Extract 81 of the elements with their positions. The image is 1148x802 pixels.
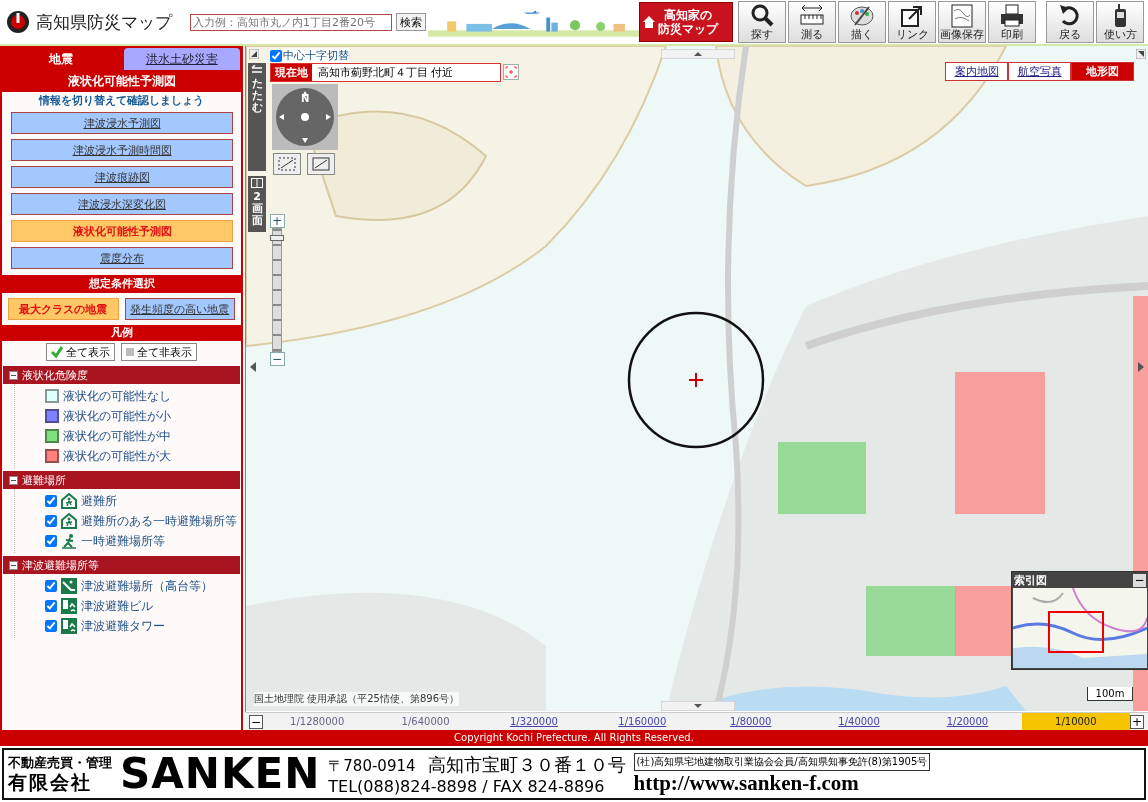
house-icon	[642, 15, 656, 29]
square-icon	[126, 348, 134, 356]
scale-option[interactable]: 1/20000	[913, 713, 1022, 730]
checkbox[interactable]	[45, 620, 57, 632]
palette-icon	[849, 3, 875, 29]
map-option-button[interactable]: 震度分布	[11, 247, 233, 269]
legend-label: 津波避難ビル	[81, 597, 153, 615]
postal-code-text: 〒780-0914	[328, 756, 416, 776]
scale-option[interactable]: 1/40000	[804, 713, 914, 730]
tool-button[interactable]: 戻る	[1046, 1, 1094, 43]
section-title: 想定条件選択	[2, 275, 241, 293]
license-text: (社)高知県宅地建物取引業協会会員/高知県知事免許(8)第1905号	[633, 752, 931, 771]
printer-icon	[999, 3, 1025, 29]
site-title: 高知県防災マップ	[36, 10, 172, 34]
search-field[interactable]: 入力例：高知市丸ノ内1丁目2番20号	[190, 13, 392, 31]
company-type-text: 有限会社	[8, 771, 93, 793]
legend-label: 液状化の可能性が大	[63, 447, 171, 465]
tool-button[interactable]: 画像保存	[938, 1, 986, 43]
legend-group-header[interactable]: 津波避難場所等	[3, 556, 240, 574]
legend-group-header[interactable]: 液状化危険度	[3, 366, 240, 384]
legend-label: 液状化の可能性なし	[63, 387, 171, 405]
checkmark-icon	[51, 346, 63, 358]
map-option-button[interactable]: 津波浸水予測図	[11, 112, 233, 134]
panel-title: 液状化可能性予測図	[0, 70, 243, 92]
show-all-button[interactable]: 全て表示	[46, 343, 115, 361]
magnifier-icon	[749, 3, 775, 29]
search-button[interactable]: 検索	[396, 13, 426, 31]
legend-label: 液状化の可能性が中	[63, 427, 171, 445]
checkbox[interactable]	[45, 600, 57, 612]
high-ground-icon	[61, 578, 77, 594]
checkbox[interactable]	[45, 515, 57, 527]
checkbox[interactable]	[45, 580, 57, 592]
building-icon	[61, 618, 77, 634]
scale-option[interactable]: 1/10000	[1021, 713, 1130, 730]
scale-option[interactable]: 1/160000	[588, 713, 697, 730]
legend-label: 液状化の可能性が小	[63, 407, 171, 425]
home-map-button[interactable]: 高知家の 防災マップ	[639, 2, 733, 42]
checkbox[interactable]	[45, 535, 57, 547]
legend-label: 避難所	[81, 492, 117, 510]
tool-button[interactable]: 測る	[788, 1, 836, 43]
logo-icon	[6, 10, 30, 34]
tab[interactable]: 洪水土砂災害	[123, 48, 240, 70]
copyright-text: Copyright Kochi Prefecture. All Rights Reserved.	[0, 730, 1148, 746]
running-figure-icon	[61, 533, 77, 549]
tool-button[interactable]: 印刷	[988, 1, 1036, 43]
shelter-icon	[61, 513, 77, 529]
checkbox[interactable]	[45, 495, 57, 507]
map-option-button[interactable]: 津波浸水深変化図	[11, 193, 233, 215]
brand-logo-text: SANKEN	[120, 752, 321, 796]
scale-option[interactable]: 1/80000	[696, 713, 805, 730]
legend-label: 避難所のある一時避難場所等	[81, 512, 237, 530]
tool-button[interactable]: 探す	[738, 1, 786, 43]
legend-label: 津波避難タワー	[81, 617, 165, 635]
website-url[interactable]: http://www.sanken-f.com	[633, 770, 859, 796]
tagline-text: 不動産売買・管理	[8, 755, 112, 771]
scale-option: 1/640000	[371, 713, 480, 730]
collapse-icon[interactable]	[9, 370, 18, 380]
scale-option: 1/1280000	[263, 713, 372, 730]
hide-all-button[interactable]: 全て非表示	[121, 343, 197, 361]
zoom-in-button[interactable]: +	[1130, 714, 1144, 729]
shelter-icon	[61, 493, 77, 509]
share-arrow-icon	[899, 3, 925, 29]
tool-button[interactable]: 使い方	[1096, 1, 1144, 43]
map-option-button[interactable]: 津波浸水予測時間図	[11, 139, 233, 161]
map-document-icon	[949, 3, 975, 29]
legend-label: 津波避難場所（高台等）	[81, 577, 213, 595]
map-option-button[interactable]: 津波痕跡図	[11, 166, 233, 188]
phone-text: TEL(088)824-8898 / FAX 824-8896	[328, 776, 606, 796]
section-title: 凡例	[2, 325, 241, 341]
zoom-out-button[interactable]: −	[249, 714, 263, 729]
legend-label: 一時避難場所等	[81, 532, 165, 550]
tool-button[interactable]: 描く	[838, 1, 886, 43]
address-text: 高知市宝町３０番１０号	[427, 752, 626, 777]
legend-group-header[interactable]: 避難場所	[3, 471, 240, 489]
collapse-icon[interactable]	[9, 560, 18, 570]
building-icon	[61, 598, 77, 614]
tool-button[interactable]: リンク	[888, 1, 936, 43]
collapse-icon[interactable]	[9, 475, 18, 485]
condition-button[interactable]: 発生頻度の高い地震	[124, 298, 235, 320]
hint-text: 情報を切り替えて確認しましょう	[37, 93, 205, 109]
scale-option[interactable]: 1/320000	[479, 713, 589, 730]
